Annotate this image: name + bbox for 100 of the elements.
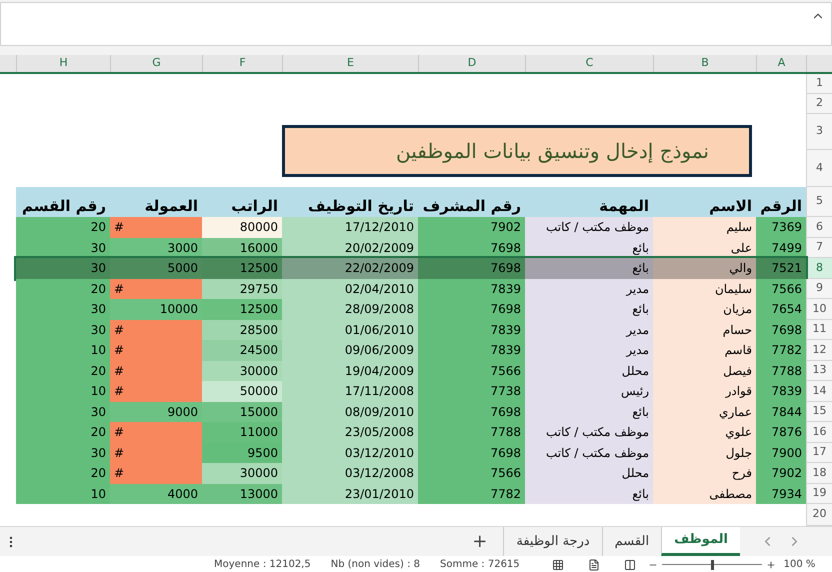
table-cell: 7782 [756,340,806,360]
sheet-tab[interactable]: الموظف [661,527,740,556]
table-cell: 50000 [202,381,282,402]
table-cell: 15000 [202,402,282,422]
table-cell: 11000 [202,422,282,442]
table-cell: 7934 [756,484,806,504]
table-cell: مدير [525,320,653,340]
row-number[interactable]: 19 [806,484,832,504]
table-cell: 20 [16,360,110,381]
table-cell: والي [653,258,756,278]
table-cell: 7902 [418,217,525,238]
table-cell: 7698 [418,442,525,463]
table-cell: 7876 [756,422,806,442]
table-cell: 9000 [110,402,202,422]
table-cell: مدير [525,278,653,299]
count-readout: Nb (non vides) : 8 [330,558,420,572]
table-cell: 17/11/2008 [282,381,418,402]
row-number[interactable]: 12 [806,340,832,360]
row-number[interactable]: 8 [806,258,832,278]
table-cell: عماري [653,402,756,422]
row-number[interactable]: 13 [806,360,832,381]
row-number[interactable]: 10 [806,299,832,320]
table-cell: 17/12/2010 [282,217,418,238]
column-header[interactable]: C [525,55,653,72]
row-number[interactable]: 3 [806,114,832,150]
add-sheet-button[interactable]: + [456,528,504,555]
column-heading: رقم القسم [16,187,110,217]
table-cell: سليم [653,217,756,238]
zoom-in-icon[interactable] [766,560,776,570]
column-header[interactable]: G [110,55,202,72]
row-number[interactable]: 1 [806,74,832,94]
row-number[interactable]: 4 [806,150,832,187]
row-number[interactable]: 20 [806,504,832,526]
page-break-icon[interactable] [624,558,636,570]
row-number[interactable]: 5 [806,187,832,217]
table-cell: فيصل [653,360,756,381]
table-cell: 13000 [202,484,282,504]
column-header[interactable]: F [202,55,282,72]
zoom-slider[interactable] [662,560,762,570]
table-cell: 7566 [756,278,806,299]
table-cell: 30000 [202,463,282,484]
row-number[interactable]: 11 [806,320,832,340]
table-cell: 12500 [202,258,282,278]
row-number[interactable]: 9 [806,278,832,299]
column-heading: العمولة [110,187,202,217]
table-cell: قاسم [653,340,756,360]
table-cell: 10 [16,381,110,402]
table-cell: 7839 [418,278,525,299]
table-cell: رئيس [525,381,653,402]
column-heading: الراتب [202,187,282,217]
normal-view-icon[interactable] [552,558,564,570]
table-cell: 7566 [418,360,525,381]
column-header[interactable]: H [16,55,110,72]
table-cell: 7839 [418,320,525,340]
table-cell: موظف مكتب / كاتب [525,422,653,442]
table-cell: علوي [653,422,756,442]
row-number[interactable]: 7 [806,238,832,258]
table-cell: 20 [16,278,110,299]
column-header[interactable]: D [418,55,525,72]
page-layout-icon[interactable] [588,558,600,570]
zoom-percentage[interactable]: 100 % [784,557,816,572]
row-number[interactable]: 2 [806,94,832,114]
column-header[interactable]: B [653,55,756,72]
row-number[interactable]: 14 [806,381,832,402]
table-cell: حسام [653,320,756,340]
column-heading: الرقم [756,187,806,217]
column-heading: تاريخ التوظيف [282,187,418,217]
table-cell: موظف مكتب / كاتب [525,442,653,463]
column-header[interactable]: A [756,55,806,72]
table-cell: بائع [525,484,653,504]
table-cell: 7369 [756,217,806,238]
row-number[interactable]: 17 [806,442,832,463]
table-cell: 28/09/2008 [282,299,418,320]
row-number[interactable]: 15 [806,402,832,422]
table-cell: 20 [16,463,110,484]
column-heading: رقم المشرف [418,187,525,217]
row-number[interactable]: 16 [806,422,832,442]
table-cell: # [110,422,202,442]
zoom-slider-thumb[interactable] [710,560,714,570]
table-cell: 01/06/2010 [282,320,418,340]
table-cell: بائع [525,402,653,422]
table-cell: 29750 [202,278,282,299]
table-cell: 22/02/2009 [282,258,418,278]
row-number[interactable]: 18 [806,463,832,484]
table-cell: 23/05/2008 [282,422,418,442]
table-cell: 28500 [202,320,282,340]
table-cell: 5000 [110,258,202,278]
table-cell: محلل [525,463,653,484]
table-cell: 03/12/2010 [282,442,418,463]
table-cell: محلل [525,360,653,381]
column-header[interactable]: E [282,55,418,72]
table-cell: 7839 [418,340,525,360]
table-cell: 30 [16,320,110,340]
table-cell: # [110,442,202,463]
row-number[interactable]: 6 [806,217,832,238]
table-cell: بائع [525,299,653,320]
table-cell: 7698 [418,402,525,422]
table-cell: 7844 [756,402,806,422]
table-cell: 30 [16,258,110,278]
table-cell: # [110,340,202,360]
